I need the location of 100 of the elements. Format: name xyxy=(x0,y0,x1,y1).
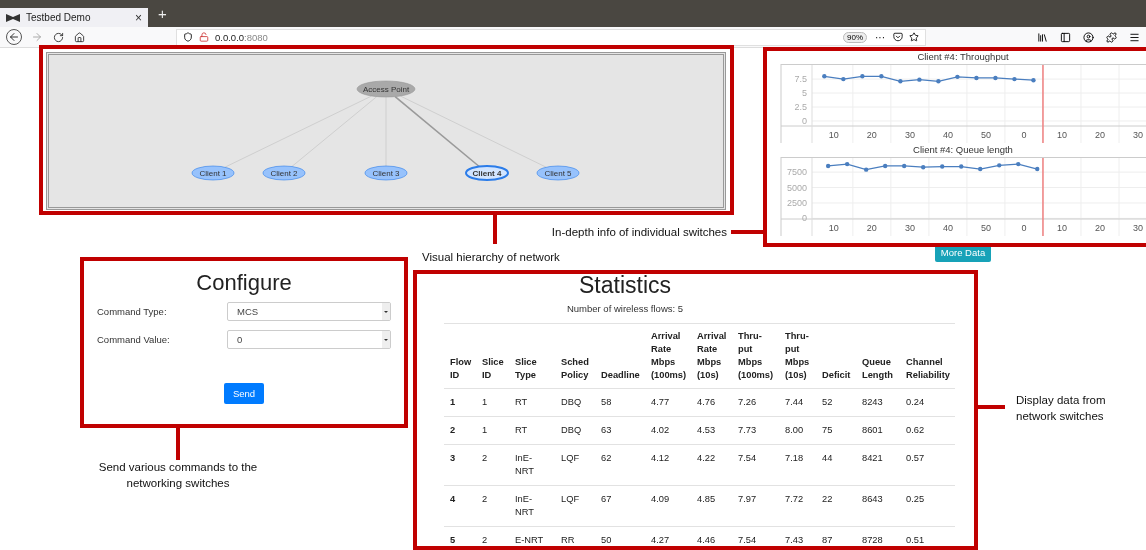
y-tick-label: 7.5 xyxy=(794,74,807,85)
table-cell: 44 xyxy=(816,444,856,486)
table-cell: LQF xyxy=(555,444,595,486)
table-cell: 4.77 xyxy=(645,388,691,417)
network-node[interactable]: Client 4 xyxy=(465,165,509,181)
account-icon[interactable] xyxy=(1083,31,1094,43)
y-tick-label: 5 xyxy=(801,88,807,99)
table-cell: E-NRT xyxy=(509,526,555,550)
table-cell: 8243 xyxy=(856,388,900,417)
table-cell: 4.22 xyxy=(691,444,732,486)
network-node[interactable]: Client 2 xyxy=(262,165,306,181)
table-cell: 4.76 xyxy=(691,388,732,417)
annotation-text: In-depth info of individual switches xyxy=(551,225,727,240)
table-cell: 8643 xyxy=(856,485,900,527)
extension-icon[interactable] xyxy=(1106,31,1117,43)
table-cell: 4.53 xyxy=(691,416,732,445)
network-node[interactable]: Access Point xyxy=(356,80,416,98)
table-cell: 4 xyxy=(444,485,476,527)
network-node[interactable]: Client 1 xyxy=(191,165,235,181)
home-icon[interactable] xyxy=(73,30,86,44)
table-cell: 7.73 xyxy=(732,416,779,445)
column-header: Slice Type xyxy=(509,323,555,389)
reload-icon[interactable] xyxy=(52,30,65,44)
table-cell: 0.51 xyxy=(900,526,955,550)
annotation-text: Display data from network switches xyxy=(1016,393,1107,424)
table-cell: 7.54 xyxy=(732,526,779,550)
tab-close-button[interactable]: × xyxy=(135,10,142,25)
tab-title[interactable]: Testbed Demo xyxy=(26,12,129,23)
table-cell: 2 xyxy=(476,485,509,527)
table-cell: 5 xyxy=(444,526,476,550)
caret-icon xyxy=(382,331,390,348)
shield-icon xyxy=(183,32,193,42)
send-button[interactable]: Send xyxy=(223,383,265,404)
column-header: Queue Length xyxy=(856,323,900,389)
table-cell: 75 xyxy=(816,416,856,445)
table-cell: 50 xyxy=(595,526,645,550)
table-cell: 58 xyxy=(595,388,645,417)
menu-icon[interactable] xyxy=(1129,31,1140,43)
column-header: Thru-put Mbps (10s) xyxy=(779,323,816,389)
table-cell: 7.54 xyxy=(732,444,779,486)
table-cell: 7.43 xyxy=(779,526,816,550)
y-tick-label: 5000 xyxy=(786,182,807,193)
table-cell: 0.57 xyxy=(900,444,955,486)
table-cell: 67 xyxy=(595,485,645,527)
star-icon[interactable] xyxy=(909,32,919,42)
table-cell: 1 xyxy=(476,416,509,445)
column-header: Deficit xyxy=(816,323,856,389)
zoom-badge[interactable]: 90% xyxy=(843,31,867,43)
y-tick-label: 2500 xyxy=(786,197,807,208)
table-cell: 0.25 xyxy=(900,485,955,527)
new-tab-button[interactable]: + xyxy=(154,5,171,22)
table-cell: 63 xyxy=(595,416,645,445)
table-cell: 0.24 xyxy=(900,388,955,417)
network-node[interactable]: Client 5 xyxy=(536,165,580,181)
table-cell: 8421 xyxy=(856,444,900,486)
table-cell: 4.09 xyxy=(645,485,691,527)
table-cell: RT xyxy=(509,388,555,417)
select-field[interactable]: 0 xyxy=(227,330,391,349)
y-tick-label: 0 xyxy=(801,115,807,126)
table-cell: 2 xyxy=(476,526,509,550)
table-cell: 7.44 xyxy=(779,388,816,417)
table-cell: 4.02 xyxy=(645,416,691,445)
table-cell: 52 xyxy=(816,388,856,417)
table-cell: 4.27 xyxy=(645,526,691,550)
field-label: Command Value: xyxy=(97,334,171,345)
table-cell: 7.72 xyxy=(779,485,816,527)
pocket-icon[interactable] xyxy=(893,32,903,42)
y-tick-label: 0 xyxy=(801,213,807,224)
y-tick-label: 7500 xyxy=(786,167,807,178)
table-cell: 22 xyxy=(816,485,856,527)
table-cell: 2 xyxy=(444,416,476,445)
table-cell: 0.62 xyxy=(900,416,955,445)
table-cell: DBQ xyxy=(555,388,595,417)
address-bar[interactable]: 0.0.0.0:8080 90% ··· xyxy=(176,28,926,46)
table-cell: RR xyxy=(555,526,595,550)
select-field[interactable]: MCS xyxy=(227,302,391,321)
lock-icon xyxy=(199,32,209,42)
field-label: Command Type: xyxy=(97,306,168,317)
column-header: Deadline xyxy=(595,323,645,389)
logo-icon xyxy=(6,13,20,22)
statistics-title: Statistics xyxy=(578,272,672,298)
sidebar-icon[interactable] xyxy=(1060,31,1071,43)
column-header: Flow ID xyxy=(444,323,476,389)
library-icon[interactable] xyxy=(1037,31,1048,43)
caret-icon xyxy=(382,303,390,320)
column-header: Slice ID xyxy=(476,323,509,389)
table-cell: 4.85 xyxy=(691,485,732,527)
network-node[interactable]: Client 3 xyxy=(364,165,408,181)
table-cell: InE-NRT xyxy=(509,444,555,486)
table-cell: LQF xyxy=(555,485,595,527)
page-actions-button[interactable]: ··· xyxy=(873,31,887,43)
table-cell: 4.12 xyxy=(645,444,691,486)
url-text: 0.0.0.0:8080 xyxy=(215,31,269,43)
table-cell: 7.26 xyxy=(732,388,779,417)
column-header: Channel Reliability xyxy=(900,323,955,389)
table-cell: 1 xyxy=(476,388,509,417)
table-cell: RT xyxy=(509,416,555,445)
column-header: Arrival Rate Mbps (10s) xyxy=(691,323,732,389)
table-cell: 7.97 xyxy=(732,485,779,527)
line-chart: 0 2500 5000 7500 10 20 30 40 50 0 10 20 30 xyxy=(780,157,1146,236)
